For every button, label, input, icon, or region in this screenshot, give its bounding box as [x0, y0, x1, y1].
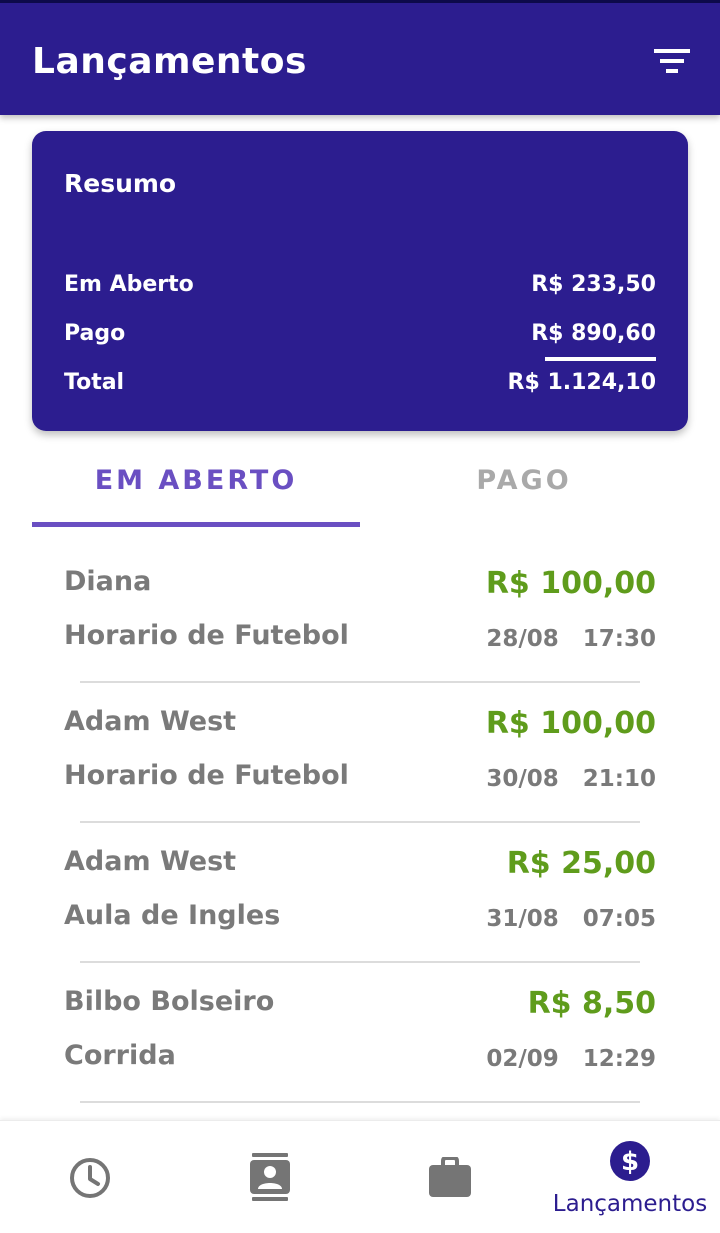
nav-item-history[interactable] [0, 1121, 180, 1233]
list-item[interactable]: Diana R$ 100,00 Horario de Futebol 28/08… [0, 540, 720, 683]
tab-em-aberto[interactable]: EM ABERTO [32, 450, 360, 526]
entry-datetime: 31/08 07:05 [486, 906, 656, 932]
dollar-icon: $ [610, 1141, 650, 1181]
app-bar: Lançamentos [0, 0, 720, 115]
entry-name: Diana [64, 566, 152, 597]
svg-text:$: $ [621, 1147, 639, 1177]
nav-item-services[interactable] [360, 1121, 540, 1233]
entry-date: 02/09 [486, 1046, 559, 1072]
page-title: Lançamentos [32, 41, 307, 82]
tab-pago[interactable]: PAGO [360, 450, 688, 526]
entry-datetime: 30/08 21:10 [486, 766, 656, 792]
filter-button[interactable] [648, 41, 698, 85]
contacts-icon [250, 1153, 290, 1201]
bottom-navigation: $ Lançamentos [0, 1120, 720, 1233]
tab-indicator [32, 522, 360, 527]
entry-amount: R$ 100,00 [485, 566, 656, 601]
summary-paid-label: Pago [64, 321, 126, 346]
entry-date: 30/08 [486, 766, 559, 792]
tab-bar: EM ABERTO PAGO [32, 450, 688, 528]
summary-sum-divider [545, 357, 656, 361]
entry-name: Adam West [64, 846, 237, 877]
divider [80, 1101, 640, 1103]
nav-item-contacts[interactable] [180, 1121, 360, 1233]
summary-title: Resumo [64, 169, 177, 198]
clock-icon [70, 1158, 110, 1198]
summary-open-label: Em Aberto [64, 272, 194, 297]
entry-description: Corrida [64, 1040, 176, 1071]
entry-amount: R$ 100,00 [485, 706, 656, 741]
entry-datetime: 28/08 17:30 [486, 626, 656, 652]
entry-time: 17:30 [582, 626, 656, 652]
list-item[interactable]: Adam West R$ 25,00 Aula de Ingles 31/08 … [0, 820, 720, 963]
list-item[interactable]: Adam West R$ 100,00 Horario de Futebol 3… [0, 680, 720, 823]
entry-time: 21:10 [582, 766, 656, 792]
entry-time: 12:29 [582, 1046, 656, 1072]
summary-total-value: R$ 1.124,10 [507, 370, 656, 395]
summary-card: Resumo Em Aberto R$ 233,50 Pago R$ 890,6… [32, 131, 688, 431]
entry-datetime: 02/09 12:29 [486, 1046, 656, 1072]
summary-total-label: Total [64, 370, 125, 395]
entry-description: Horario de Futebol [64, 760, 349, 791]
entry-amount: R$ 8,50 [527, 986, 656, 1021]
entry-description: Aula de Ingles [64, 900, 281, 931]
entry-amount: R$ 25,00 [506, 846, 656, 881]
summary-paid-value: R$ 890,60 [531, 321, 656, 346]
summary-open-value: R$ 233,50 [531, 272, 656, 297]
entry-date: 31/08 [486, 906, 559, 932]
filter-icon [654, 49, 690, 73]
entry-date: 28/08 [486, 626, 559, 652]
entry-description: Horario de Futebol [64, 620, 349, 651]
briefcase-icon [429, 1157, 471, 1197]
entry-name: Adam West [64, 706, 237, 737]
entry-name: Bilbo Bolseiro [64, 986, 275, 1017]
nav-label-lancamentos: Lançamentos [552, 1191, 708, 1217]
entry-time: 07:05 [582, 906, 656, 932]
nav-item-lancamentos[interactable]: $ Lançamentos [540, 1121, 720, 1233]
list-item[interactable]: Bilbo Bolseiro R$ 8,50 Corrida 02/09 12:… [0, 960, 720, 1103]
